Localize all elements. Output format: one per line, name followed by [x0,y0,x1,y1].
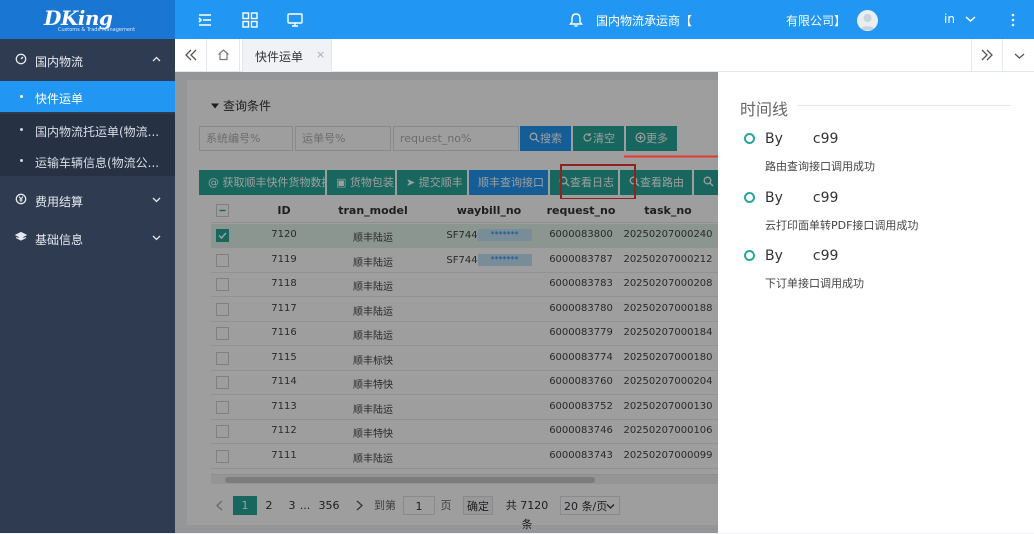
user-avatar-icon [860,14,875,30]
bullet-icon [20,159,23,162]
language-label: in [944,12,955,26]
timeline-dot [744,192,755,203]
language-selector[interactable]: in [944,12,976,26]
tab-bar: 快件运单 × [175,39,1034,72]
dashboard-icon [15,53,27,65]
chevron-down-icon [152,235,161,241]
sidebar-item-express-waybill[interactable]: 快件运单 [0,81,175,112]
home-icon [218,49,229,61]
double-chevron-left-icon [184,49,196,61]
sidebar: 国内物流 快件运单 国内物流托运单(物流... 运输车辆信息(物流公... 费用… [0,39,175,533]
timeline-user: c99 [812,131,839,147]
chevron-down-icon [965,16,976,23]
sidebar-item-label: 国内物流托运单(物流... [35,125,160,139]
yen-icon [15,193,27,205]
sidebar-item-label: 快件运单 [35,92,84,106]
sidebar-item-vehicle-info[interactable]: 运输车辆信息(物流公... [0,145,175,176]
company-name-left: 国内物流承运商【 [596,14,693,28]
timeline-entry-author: By c99 [765,190,838,206]
sidebar-item-domestic-consignment[interactable]: 国内物流托运单(物流... [0,114,175,145]
timeline-user: c99 [812,190,839,206]
timeline-drawer: 时间线 By c99 路由查询接口调用成功 By c99 云打印面单转PDF接口调用… [718,72,1034,533]
chevron-down-icon [152,197,161,203]
sidebar-group-basic-info[interactable]: 基础信息 [0,231,175,247]
timeline-entry-author: By c99 [765,131,838,147]
avatar[interactable] [857,10,878,31]
grid-icon[interactable] [241,11,259,29]
menu-toggle-icon[interactable] [196,11,214,29]
timeline-by: By [765,248,783,264]
bell-icon[interactable] [567,11,585,29]
close-icon[interactable]: × [316,48,325,61]
timeline-user: c99 [812,248,839,264]
sidebar-group-label: 基础信息 [35,233,84,247]
top-header: DKing Customs & Trade Management 国内物流承运商… [0,0,1034,39]
double-chevron-right-icon [981,49,993,61]
timeline-dot [744,133,755,144]
screen-icon[interactable] [286,11,304,29]
bullet-icon [20,128,23,131]
tabs-scroll-right-button[interactable] [971,39,1003,71]
chevron-down-icon [1014,53,1024,59]
sidebar-group-domestic-logistics[interactable]: 国内物流 [0,53,175,69]
sidebar-group-label: 国内物流 [35,55,84,69]
sidebar-group-label: 费用结算 [35,195,84,209]
tabs-menu-button[interactable] [1003,39,1034,71]
timeline-entry-description: 云打印面单转PDF接口调用成功 [765,219,919,232]
chevron-up-icon [152,56,161,62]
more-vertical-icon[interactable] [1004,11,1022,29]
tab-express-waybill[interactable]: 快件运单 × [242,39,332,72]
sidebar-group-settlement[interactable]: 费用结算 [0,193,175,209]
sidebar-item-label: 运输车辆信息(物流公... [35,156,160,170]
modal-overlay[interactable] [175,72,718,533]
timeline-entry-description: 下订单接口调用成功 [765,277,864,290]
home-tab-button[interactable] [208,39,240,71]
tab-label: 快件运单 [255,50,304,64]
timeline-by: By [765,131,783,147]
company-name-right: 有限公司】 [786,14,847,28]
tabs-scroll-left-button[interactable] [175,39,207,71]
timeline-by: By [765,190,783,206]
timeline-title: 时间线 [740,100,789,119]
layers-icon [15,231,27,241]
timeline-title-divider [798,105,1011,106]
timeline-entry-author: By c99 [765,248,838,264]
logo-subtitle: Customs & Trade Management [58,27,136,33]
timeline-dot [744,250,755,261]
bullet-icon [20,95,23,98]
timeline-entry-description: 路由查询接口调用成功 [765,160,875,173]
logo[interactable]: DKing Customs & Trade Management [0,0,175,39]
